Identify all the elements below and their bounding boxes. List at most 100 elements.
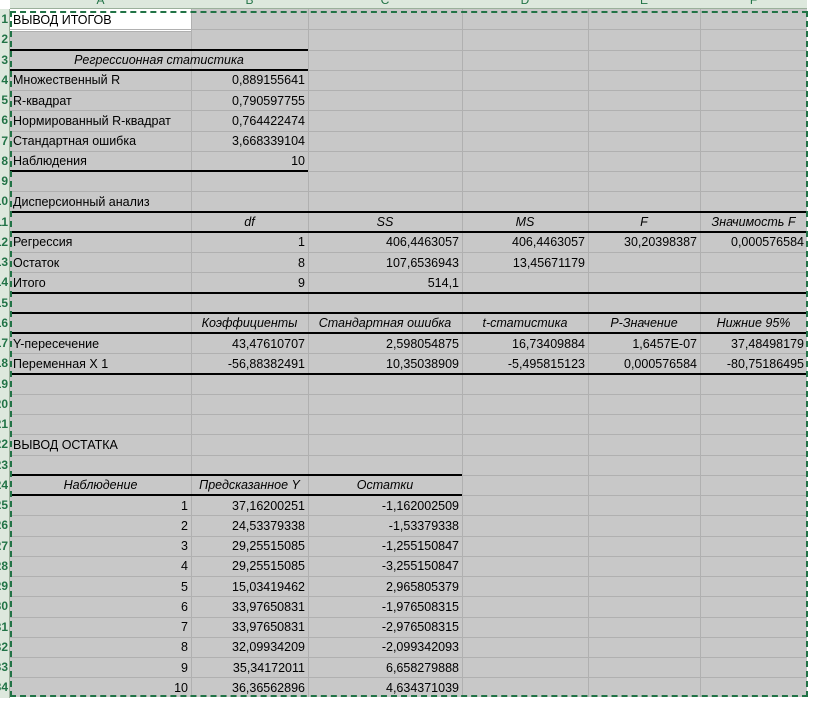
coef-row-label[interactable]: Переменная X 1 [10, 354, 191, 374]
anova-column-header[interactable]: F [588, 212, 700, 232]
coef-column-header[interactable]: t-статистика [462, 313, 588, 333]
residual-value[interactable]: -1,162002509 [308, 496, 462, 516]
regression-stat-label[interactable]: Наблюдения [10, 151, 191, 171]
residual-value[interactable]: -1,255150847 [308, 536, 462, 556]
anova-row-label[interactable]: Остаток [10, 253, 191, 273]
regression-stat-value[interactable]: 10 [191, 151, 308, 171]
row-header[interactable]: 17 [0, 333, 10, 354]
column-header-b[interactable]: B [191, 0, 308, 9]
observation-number[interactable]: 6 [10, 597, 191, 617]
coef-column-header[interactable]: Нижние 95% [700, 313, 807, 333]
residual-value[interactable]: -2,976508315 [308, 617, 462, 637]
anova-column-header[interactable]: df [191, 212, 308, 232]
residual-value[interactable]: -2,099342093 [308, 637, 462, 657]
column-header-c[interactable]: C [308, 0, 462, 9]
observation-number[interactable]: 4 [10, 556, 191, 576]
row-header[interactable]: 4 [0, 69, 10, 90]
anova-value[interactable]: 13,45671179 [462, 253, 588, 273]
residuals-column-header[interactable]: Наблюдение [10, 475, 191, 495]
regression-stat-label[interactable]: Множественный R [10, 70, 191, 90]
observation-number[interactable]: 5 [10, 577, 191, 597]
row-header[interactable]: 13 [0, 252, 10, 273]
anova-value[interactable] [700, 253, 807, 273]
residual-value[interactable]: 33,97650831 [191, 597, 308, 617]
row-header[interactable]: 5 [0, 90, 10, 111]
anova-value[interactable]: 1 [191, 232, 308, 252]
row-header[interactable]: 16 [0, 312, 10, 333]
residual-value[interactable]: -1,53379338 [308, 516, 462, 536]
anova-value[interactable]: 0,000576584 [700, 232, 807, 252]
anova-value[interactable] [700, 273, 807, 293]
observation-number[interactable]: 2 [10, 516, 191, 536]
anova-column-header[interactable]: Значимость F [700, 212, 807, 232]
regression-stat-value[interactable]: 0,764422474 [191, 111, 308, 131]
column-header-f[interactable]: F [700, 0, 807, 9]
regression-stat-value[interactable]: 0,790597755 [191, 91, 308, 111]
coef-column-header[interactable]: P-Значение [588, 313, 700, 333]
residual-value[interactable]: 15,03419462 [191, 577, 308, 597]
row-header[interactable]: 23 [0, 454, 10, 475]
residuals-title[interactable]: ВЫВОД ОСТАТКА [10, 435, 191, 455]
anova-value[interactable] [588, 253, 700, 273]
row-header[interactable]: 12 [0, 231, 10, 252]
observation-number[interactable]: 9 [10, 658, 191, 678]
row-header[interactable]: 1 [0, 9, 10, 30]
row-header[interactable]: 8 [0, 150, 10, 171]
row-header[interactable]: 7 [0, 130, 10, 151]
spreadsheet[interactable]: ВЫВОД ИТОГОВ Регрессионная статистика Множ… [0, 0, 819, 706]
anova-value[interactable]: 406,4463057 [308, 232, 462, 252]
row-header[interactable]: 2 [0, 29, 10, 50]
row-header[interactable]: 22 [0, 434, 10, 455]
column-header-d[interactable]: D [462, 0, 588, 9]
anova-value[interactable]: 514,1 [308, 273, 462, 293]
row-header[interactable]: 29 [0, 576, 10, 597]
row-header[interactable]: 19 [0, 373, 10, 394]
residual-value[interactable]: -3,255150847 [308, 556, 462, 576]
coef-value[interactable]: -80,75186495 [700, 354, 807, 374]
coef-row-label[interactable]: Y-пересечение [10, 334, 191, 354]
residual-value[interactable]: 4,634371039 [308, 678, 462, 698]
anova-row-label[interactable]: Регрессия [10, 232, 191, 252]
anova-title[interactable]: Дисперсионный анализ [10, 192, 191, 212]
anova-value[interactable] [462, 273, 588, 293]
regression-stats-header[interactable]: Регрессионная статистика [10, 50, 308, 70]
anova-row-label[interactable]: Итого [10, 273, 191, 293]
regression-stat-label[interactable]: R-квадрат [10, 91, 191, 111]
residuals-column-header[interactable]: Предсказанное Y [191, 475, 308, 495]
row-header[interactable]: 6 [0, 110, 10, 131]
residual-value[interactable]: 2,965805379 [308, 577, 462, 597]
observation-number[interactable]: 7 [10, 617, 191, 637]
residual-value[interactable]: -1,976508315 [308, 597, 462, 617]
coef-value[interactable]: 0,000576584 [588, 354, 700, 374]
row-header[interactable]: 33 [0, 657, 10, 678]
observation-number[interactable]: 1 [10, 496, 191, 516]
regression-stat-label[interactable]: Стандартная ошибка [10, 131, 191, 151]
residual-value[interactable]: 6,658279888 [308, 658, 462, 678]
residual-value[interactable]: 29,25515085 [191, 536, 308, 556]
row-header[interactable]: 25 [0, 495, 10, 516]
coef-column-header[interactable]: Стандартная ошибка [308, 313, 462, 333]
residual-value[interactable]: 24,53379338 [191, 516, 308, 536]
row-header[interactable]: 34 [0, 677, 10, 698]
row-header[interactable]: 14 [0, 272, 10, 293]
anova-value[interactable]: 406,4463057 [462, 232, 588, 252]
row-header[interactable]: 9 [0, 171, 10, 192]
row-header[interactable]: 27 [0, 535, 10, 556]
regression-stat-value[interactable]: 3,668339104 [191, 131, 308, 151]
row-header[interactable]: 3 [0, 49, 10, 70]
regression-stat-label[interactable]: Нормированный R-квадрат [10, 111, 191, 131]
coef-value[interactable]: -5,495815123 [462, 354, 588, 374]
residual-value[interactable]: 36,36562896 [191, 678, 308, 698]
residuals-column-header[interactable]: Остатки [308, 475, 462, 495]
anova-value[interactable]: 30,20398387 [588, 232, 700, 252]
row-header[interactable]: 26 [0, 515, 10, 536]
regression-stat-value[interactable]: 0,889155641 [191, 70, 308, 90]
coef-value[interactable]: 10,35038909 [308, 354, 462, 374]
column-header-a[interactable]: A [10, 0, 191, 9]
coef-value[interactable]: 37,48498179 [700, 334, 807, 354]
coef-value[interactable]: 43,47610707 [191, 334, 308, 354]
residual-value[interactable]: 37,16200251 [191, 496, 308, 516]
row-header[interactable]: 11 [0, 211, 10, 232]
observation-number[interactable]: 8 [10, 637, 191, 657]
anova-column-header[interactable]: SS [308, 212, 462, 232]
